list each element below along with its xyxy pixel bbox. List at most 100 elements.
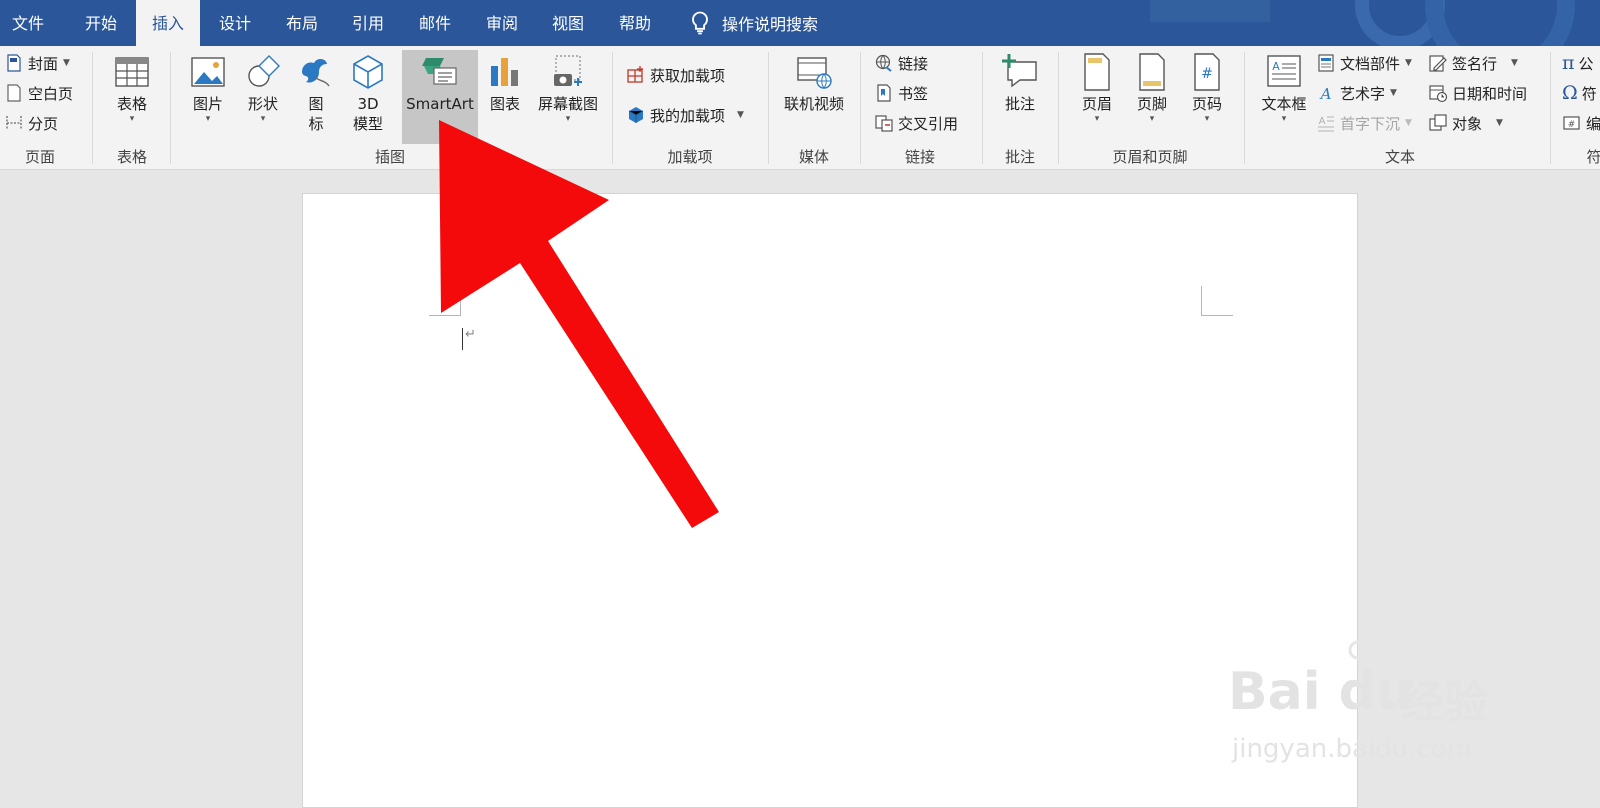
page-number-icon: # [1194, 53, 1220, 91]
watermark-url: jingyan.baidu.com [1232, 734, 1472, 764]
tab-insert[interactable]: 插入 [136, 0, 200, 46]
number-label: 编 [1586, 114, 1600, 133]
3d-models-label-line1: 3D [357, 95, 379, 113]
my-addins-button[interactable]: 我的加载项 ▼ [626, 102, 744, 128]
text-box-button[interactable]: A 文本框 ▾ [1256, 50, 1312, 144]
cross-reference-button[interactable]: 交叉引用 [874, 110, 958, 136]
tab-references[interactable]: 引用 [337, 0, 399, 46]
watermark-cn: 经验 [1400, 677, 1488, 728]
smartart-button[interactable]: SmartArt [402, 50, 478, 144]
tab-design[interactable]: 设计 [204, 0, 266, 46]
margin-corner-mark [1201, 286, 1233, 316]
tab-help[interactable]: 帮助 [604, 0, 666, 46]
bookmark-button[interactable]: 书签 [874, 80, 928, 106]
table-button[interactable]: 表格 ▾ [104, 50, 160, 144]
picture-icon [191, 57, 225, 87]
new-comment-button[interactable]: 批注 [994, 50, 1046, 144]
cross-reference-icon [875, 115, 893, 132]
group-separator [860, 52, 861, 164]
lightbulb-icon [692, 11, 708, 35]
pi-icon: π [1562, 52, 1575, 74]
paragraph-mark-icon: ↵ [465, 327, 476, 342]
drop-cap-button[interactable]: A 首字下沉 ▼ [1316, 110, 1412, 136]
number-button[interactable]: # 编 [1562, 110, 1600, 136]
dropdown-caret-icon: ▾ [1094, 114, 1100, 124]
quick-parts-button[interactable]: 文档部件 ▼ [1316, 50, 1412, 76]
dropdown-caret-icon: ▾ [129, 114, 135, 124]
object-button[interactable]: 对象 ▼ [1428, 110, 1503, 136]
title-bar-decoration [1425, 0, 1575, 46]
date-time-button[interactable]: 日期和时间 [1428, 80, 1527, 106]
document-page[interactable]: ↵ [302, 193, 1358, 808]
blank-page-button[interactable]: 空白页 [4, 80, 73, 106]
equation-label: 公 [1578, 54, 1594, 73]
group-label-links: 链接 [904, 148, 935, 166]
tab-view[interactable]: 视图 [537, 0, 599, 46]
group-label-addins: 加载项 [667, 148, 713, 166]
my-addins-label: 我的加载项 [650, 106, 726, 125]
footer-icon [1139, 53, 1165, 91]
cover-page-icon [7, 54, 21, 72]
wordart-button[interactable]: A 艺术字 ▼ [1316, 80, 1397, 106]
footer-label: 页脚 [1136, 95, 1167, 113]
icons-label-line1: 图 [308, 95, 324, 113]
tab-file[interactable]: 文件 [0, 0, 56, 46]
3d-models-button[interactable]: 3D 模型 [345, 50, 391, 144]
smartart-icon [422, 58, 457, 85]
header-label: 页眉 [1081, 95, 1112, 113]
baidu-watermark: Bai du 经验 jingyan.baidu.com [1228, 640, 1568, 780]
dropdown-caret-icon: ▼ [737, 110, 744, 120]
tell-me-search[interactable]: 操作说明搜索 [686, 0, 818, 46]
link-button[interactable]: 链接 [874, 50, 928, 76]
page-number-button[interactable]: # 页码 ▾ [1182, 50, 1232, 144]
tab-home[interactable]: 开始 [70, 0, 132, 46]
page-break-button[interactable]: 分页 [4, 110, 58, 136]
cover-page-button[interactable]: 封面 ▼ [4, 50, 70, 76]
shapes-button[interactable]: 形状 ▾ [237, 50, 289, 144]
group-separator [982, 52, 983, 164]
date-time-label: 日期和时间 [1452, 84, 1528, 103]
dropdown-caret-icon: ▾ [1149, 114, 1155, 124]
text-cursor [462, 328, 463, 350]
online-video-button[interactable]: 联机视频 [776, 50, 852, 144]
globe-link-icon [875, 54, 892, 72]
footer-button[interactable]: 页脚 ▾ [1127, 50, 1177, 144]
group-separator [92, 52, 93, 164]
video-icon [797, 57, 832, 89]
svg-text:A: A [1272, 60, 1280, 73]
chart-button[interactable]: 图表 [482, 50, 528, 144]
get-addins-label: 获取加载项 [650, 66, 726, 85]
pictures-button[interactable]: 图片 ▾ [182, 50, 234, 144]
equation-button[interactable]: π 公 [1562, 50, 1594, 76]
tab-review[interactable]: 审阅 [471, 0, 533, 46]
screenshot-button[interactable]: 屏幕截图 ▾ [531, 50, 605, 144]
wordart-icon: A [1319, 85, 1332, 103]
bookmark-label: 书签 [898, 84, 929, 103]
drop-cap-icon: A [1318, 116, 1334, 132]
get-addins-button[interactable]: 获取加载项 [626, 62, 725, 88]
calendar-clock-icon [1429, 85, 1448, 103]
page-break-label: 分页 [28, 114, 59, 133]
tab-mailings[interactable]: 邮件 [404, 0, 466, 46]
dropdown-caret-icon: ▾ [1281, 114, 1287, 124]
bookmark-icon [877, 84, 891, 102]
svg-text:A: A [1319, 85, 1332, 103]
tell-me-label: 操作说明搜索 [722, 15, 819, 34]
symbol-button[interactable]: Ω 符 [1562, 80, 1597, 106]
header-button[interactable]: 页眉 ▾ [1072, 50, 1122, 144]
tab-layout[interactable]: 布局 [271, 0, 333, 46]
number-icon: # [1563, 116, 1580, 130]
dropdown-caret-icon: ▾ [205, 114, 211, 124]
dropdown-caret-icon: ▼ [1496, 118, 1503, 128]
3d-models-label-line2: 模型 [352, 115, 383, 133]
group-separator [1058, 52, 1059, 164]
svg-text:A: A [1319, 116, 1326, 127]
group-separator [612, 52, 613, 164]
pictures-label: 图片 [192, 95, 223, 113]
icons-button[interactable]: 图 标 [294, 50, 338, 144]
dropdown-caret-icon: ▼ [1405, 58, 1412, 68]
shapes-label: 形状 [247, 95, 278, 113]
store-icon [627, 66, 643, 83]
signature-line-button[interactable]: 签名行 ▼ [1428, 50, 1518, 76]
ribbon-tab-bar: 文件 开始 插入 设计 布局 引用 邮件 审阅 视图 帮助 操作说明搜索 [0, 0, 1600, 46]
